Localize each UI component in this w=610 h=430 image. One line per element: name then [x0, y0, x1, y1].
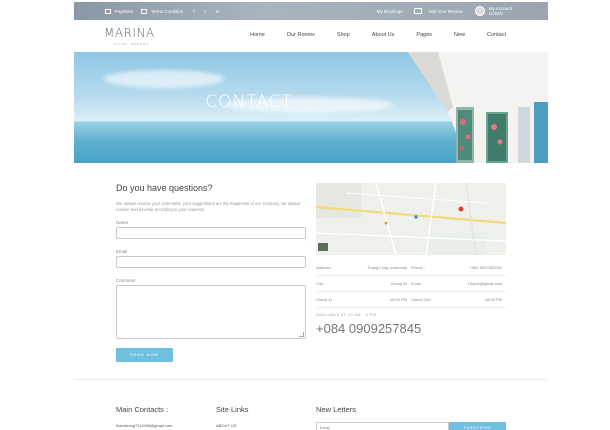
footer-contacts-title: Main Contacts :	[116, 405, 169, 414]
hero-title: CONTACT	[205, 92, 293, 112]
linkedin-icon[interactable]: in	[216, 9, 220, 14]
add-review-link[interactable]: Add Your Review	[414, 8, 463, 14]
detail-value: 15:00 PM	[389, 297, 407, 302]
logo-name: MARINA	[104, 26, 155, 40]
footer-newsletter: New Letters	[316, 405, 356, 414]
contact-details: Address : Thang Long University Phone : …	[315, 182, 507, 336]
detail-label: Check Out :	[411, 297, 433, 302]
login-label: LOGIN	[488, 11, 503, 16]
details-grid: Address : Thang Long University Phone : …	[316, 260, 506, 308]
account-link[interactable]: My Account LOGIN	[474, 6, 512, 16]
send-button[interactable]: SEND NOW	[116, 348, 173, 362]
payment-label: Payment	[115, 8, 133, 14]
hero-banner: CONTACT	[74, 52, 548, 163]
logo[interactable]: MARINA HOTEL RESORT	[104, 26, 155, 46]
name-input[interactable]	[116, 227, 306, 239]
detail-label: Address :	[316, 265, 333, 270]
location-map[interactable]	[315, 182, 507, 256]
email-label: Email	[116, 249, 128, 254]
twitter-icon[interactable]: t	[205, 9, 206, 14]
detail-label: Email :	[411, 281, 424, 286]
card-icon	[105, 8, 111, 14]
footer-links-title: Site Links	[216, 405, 249, 414]
newsletter-form: Email SUBSCRIBE	[316, 422, 506, 430]
nav-menu: Home Our Rooms Shop About Us Pages New C…	[228, 32, 506, 38]
account-text: My Account LOGIN	[489, 6, 512, 16]
nav-item-shop[interactable]: Shop	[337, 32, 350, 38]
avatar	[474, 6, 485, 16]
facebook-icon[interactable]: f	[193, 9, 194, 14]
nav-item-new[interactable]: New	[454, 32, 465, 38]
top-left-links: Payment Terms Condition f t in	[105, 8, 229, 14]
detail-label: Check In :	[316, 297, 335, 302]
availability-label: AVAILABLE AT 10 AM - 9 PM	[316, 313, 377, 317]
terms-label: Terms Condition	[150, 8, 184, 14]
detail-value: 18:00 PM	[484, 297, 502, 302]
my-bookings-link[interactable]: My Bookings	[377, 9, 403, 14]
add-review-label: Add Your Review	[428, 8, 463, 14]
nav-item-pages[interactable]: Pages	[416, 32, 432, 38]
detail-value: Group IN	[390, 281, 407, 286]
email-input[interactable]	[116, 256, 306, 268]
footer-email[interactable]: thanhtrung7111999@gmail.com	[116, 423, 172, 428]
detail-value: Hhphe@gmail.com	[467, 281, 502, 286]
contact-form: Do you have questions? We always receive…	[116, 183, 306, 362]
hotline-number: +084 0909257845	[316, 321, 422, 336]
comment-textarea[interactable]	[116, 285, 306, 339]
detail-value: +084 0927852081	[469, 265, 502, 270]
main-nav: MARINA HOTEL RESORT Home Our Rooms Shop …	[74, 20, 548, 52]
detail-email: Email : Hhphe@gmail.com	[411, 276, 506, 292]
detail-value: Thang Long University	[366, 265, 407, 270]
footer-contacts: Main Contacts : thanhtrung7111999@gmail.…	[116, 405, 172, 428]
top-utility-bar: Payment Terms Condition f t in My Bookin…	[74, 2, 548, 20]
newsletter-email-input[interactable]: Email	[316, 422, 449, 430]
top-right-links: My Bookings Add Your Review My Account L…	[365, 2, 512, 20]
envelope-icon	[414, 8, 423, 14]
terms-link[interactable]: Terms Condition	[140, 8, 184, 14]
building-image	[408, 52, 548, 163]
footer-link-about[interactable]: ABOUT US	[216, 423, 249, 428]
nav-item-about-us[interactable]: About Us	[372, 32, 395, 38]
cloud-shape	[104, 70, 224, 88]
detail-label: City :	[316, 281, 326, 286]
footer-newsletter-title: New Letters	[316, 405, 357, 414]
detail-city: City : Group IN	[316, 276, 411, 292]
detail-phone: Phone : +084 0927852081	[411, 260, 506, 276]
name-label: Name	[116, 220, 129, 225]
detail-address: Address : Thang Long University	[316, 260, 411, 276]
checkbox-icon	[140, 8, 147, 14]
subscribe-button[interactable]: SUBSCRIBE	[449, 422, 506, 430]
social-links: f t in	[193, 9, 229, 14]
nav-item-home[interactable]: Home	[250, 32, 265, 38]
comment-label: Comment	[116, 278, 136, 283]
nav-item-our-rooms[interactable]: Our Rooms	[287, 32, 315, 38]
form-heading: Do you have questions?	[116, 183, 213, 193]
detail-label: Phone :	[411, 265, 425, 270]
detail-check-in: Check In : 15:00 PM	[316, 292, 411, 308]
nav-item-contact[interactable]: Contact	[487, 32, 506, 38]
detail-check-out: Check Out : 18:00 PM	[411, 292, 506, 308]
logo-tagline: HOTEL RESORT	[114, 42, 150, 46]
section-divider	[74, 379, 548, 380]
form-description: We always receive your comments, your su…	[116, 201, 301, 212]
payment-link[interactable]: Payment	[105, 8, 133, 14]
footer-site-links: Site Links ABOUT US	[216, 405, 249, 428]
